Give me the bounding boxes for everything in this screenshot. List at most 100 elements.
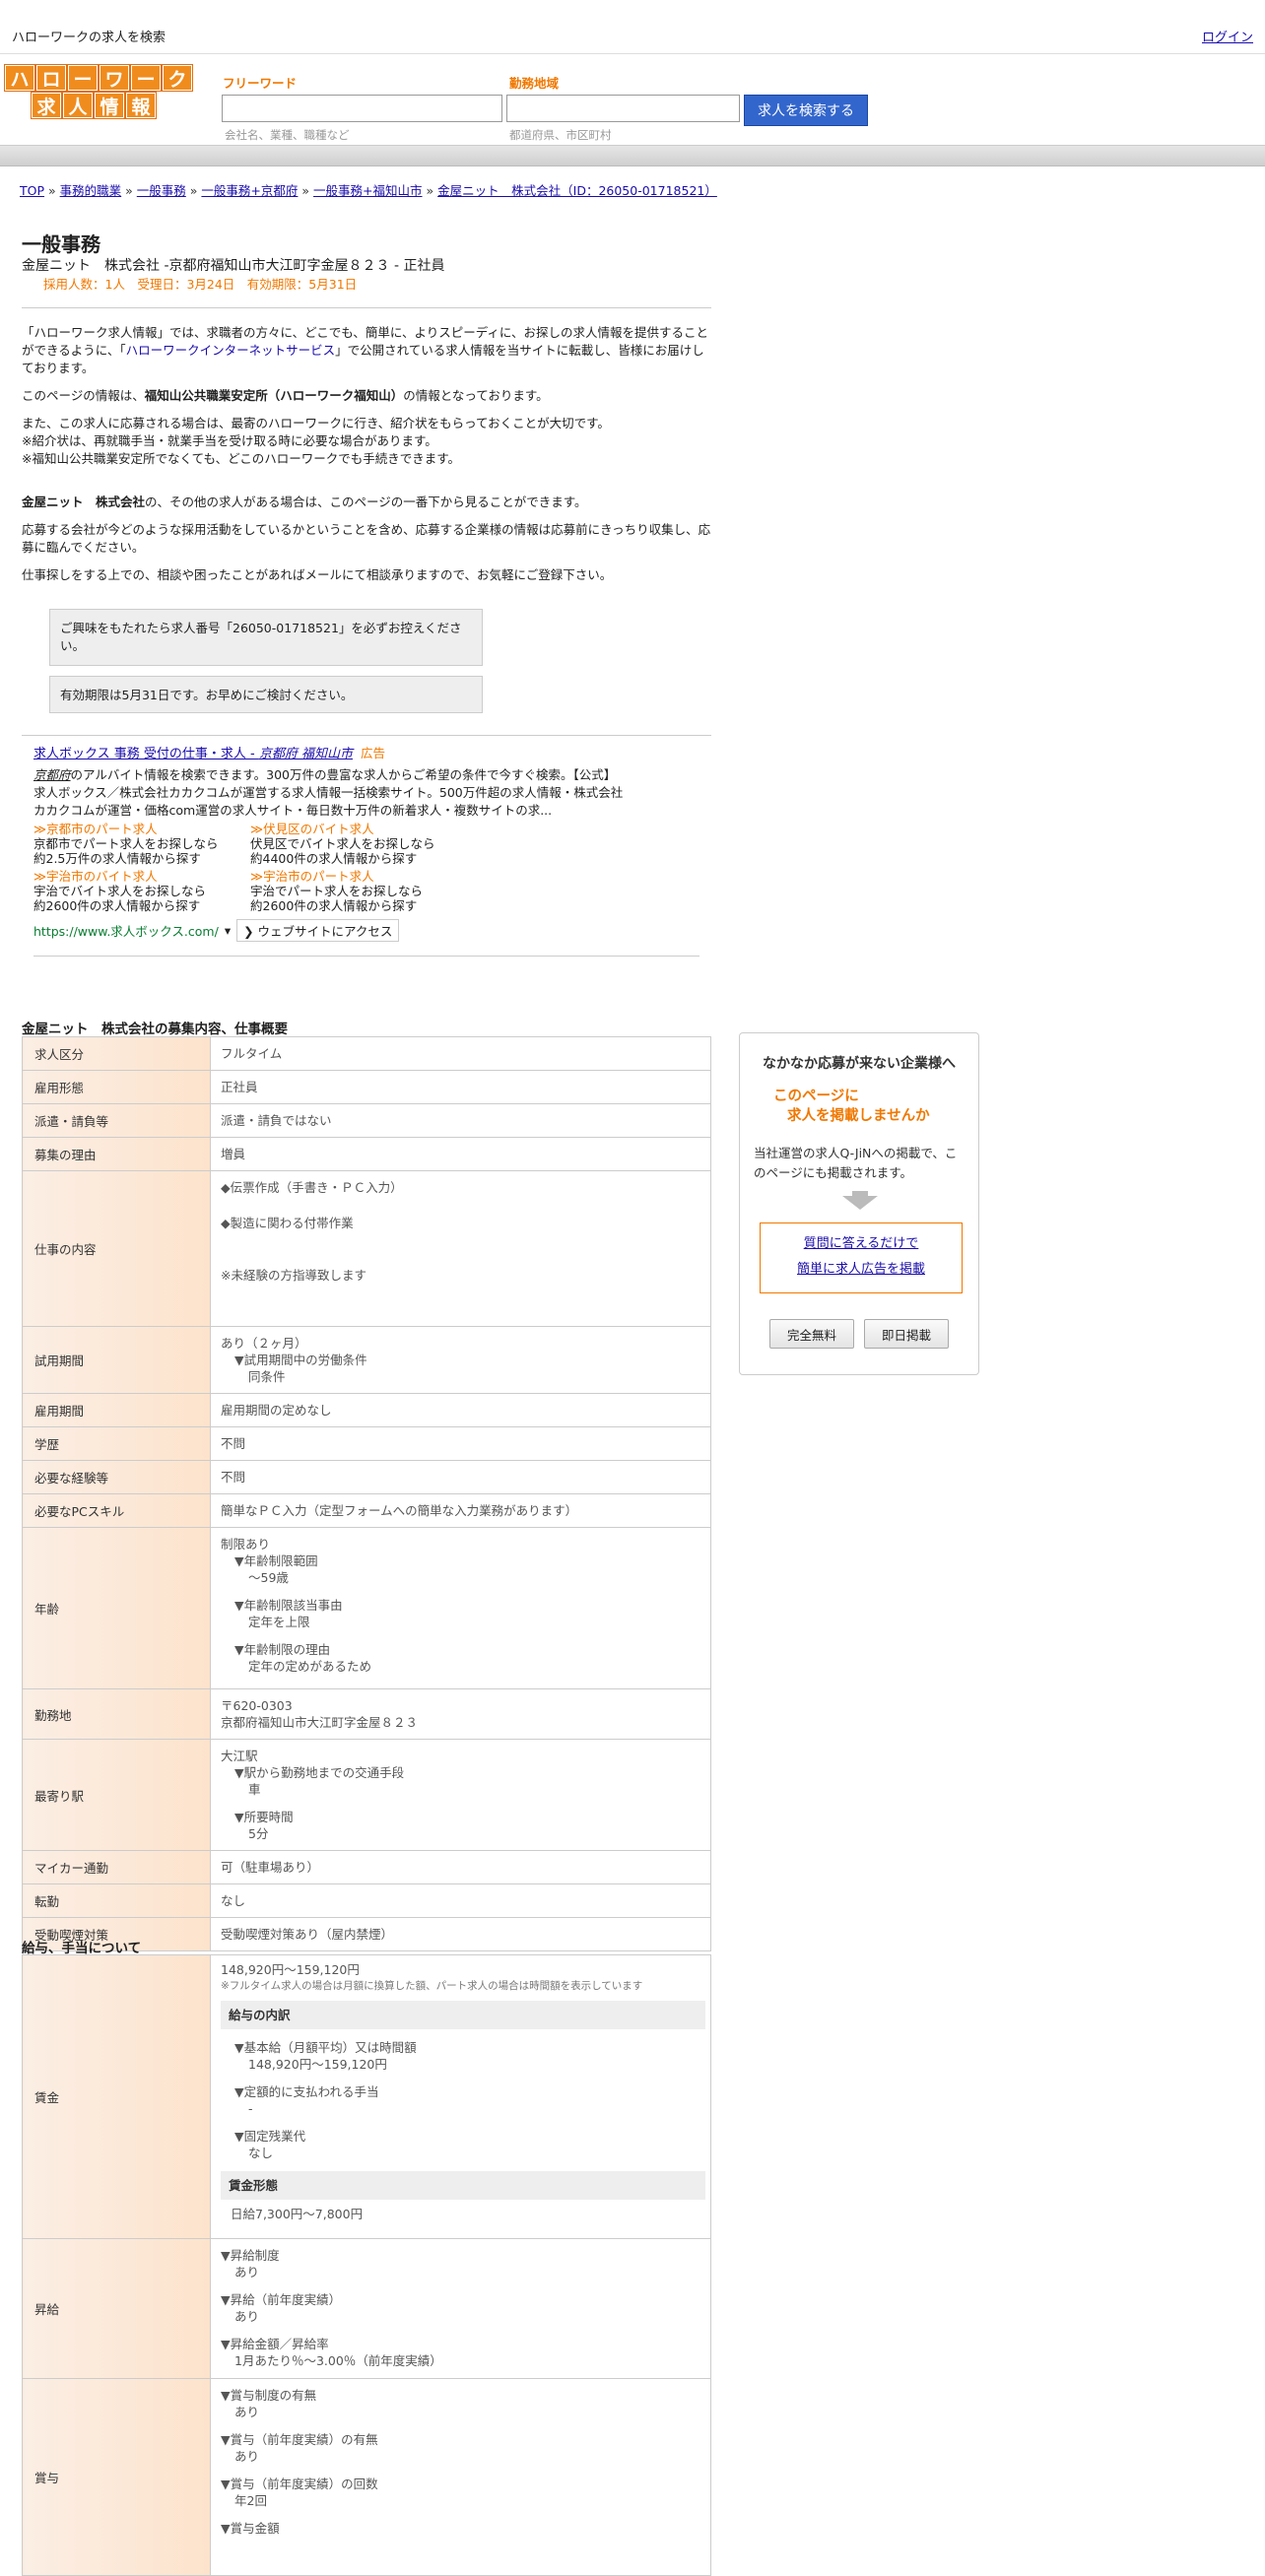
logo-char: ロ xyxy=(36,65,66,91)
breadcrumb-link[interactable]: 一般事務+京都府 xyxy=(201,183,298,198)
field-value: 受動喫煙対策あり（屋内禁煙） xyxy=(210,1917,711,1951)
divider xyxy=(22,307,711,308)
field-value: 不問 xyxy=(210,1426,711,1461)
ad-sitelink[interactable]: ≫京都市のパート求人 京都市でパート求人をお探しなら 約2.5万件の求人情報から探す xyxy=(33,822,250,866)
breadcrumb-current[interactable]: 金屋ニット 株式会社（ID：26050-01718521） xyxy=(437,183,717,198)
field-value: 増員 xyxy=(210,1137,711,1171)
post-ad-link[interactable]: 質問に答えるだけで 簡単に求人広告を掲載 xyxy=(760,1222,963,1293)
promo-heading: なかなか応募が来ない企業様へ xyxy=(763,1056,956,1072)
wage-type-heading: 賃金形態 xyxy=(221,2171,705,2200)
login-link[interactable]: ログイン xyxy=(1202,27,1253,45)
field-value: 派遣・請負ではない xyxy=(210,1103,711,1138)
breadcrumb-link[interactable]: 一般事務+福知山市 xyxy=(313,183,422,198)
logo-char: 情 xyxy=(95,93,124,118)
free-button[interactable]: 完全無料 xyxy=(769,1319,854,1349)
intro-consult: 仕事探しをする上での、相談や困ったことがあればメールにて相談承りますので、お気軽… xyxy=(22,567,613,582)
breadcrumb: TOP » 事務的職業 » 一般事務 » 一般事務+京都府 » 一般事務+福知山… xyxy=(20,183,717,198)
ad-menu-icon[interactable]: ▾ xyxy=(225,923,231,938)
promo-highlight: 求人を掲載しませんか xyxy=(787,1108,930,1124)
salary-table: 賃金 148,920円〜159,120円 ※フルタイム求人の場合は月額に換算した… xyxy=(22,1954,711,2576)
field-label: 募集の理由 xyxy=(22,1137,211,1171)
logo-char: ハ xyxy=(5,65,34,91)
divider xyxy=(33,956,699,957)
logo-char: 人 xyxy=(63,93,93,118)
field-value: フルタイム xyxy=(210,1036,711,1071)
job-number-note: ご興味をもたれたら求人番号「26050-01718521」を必ずお控えください。 xyxy=(49,609,483,666)
field-value: ▼賞与制度の有無 あり ▼賞与（前年度実績）の有無 あり ▼賞与（前年度実績）の回数… xyxy=(210,2378,711,2576)
keyword-input[interactable] xyxy=(222,95,502,122)
ad-tag: 広告 xyxy=(360,746,385,760)
promo-highlight: このページに xyxy=(773,1089,859,1104)
ad-sitelink[interactable]: ≫宇治市のバイト求人 宇治でバイト求人をお探しなら 約2600件の求人情報から探す xyxy=(33,869,250,913)
job-title: 一般事務 xyxy=(22,232,100,256)
logo-char: ワ xyxy=(100,65,129,91)
breadcrumb-link[interactable]: 一般事務 xyxy=(137,183,186,198)
divider xyxy=(22,735,711,736)
field-value: 可（駐車場あり） xyxy=(210,1850,711,1884)
ad-url[interactable]: https://www.求人ボックス.com/ xyxy=(33,921,219,940)
keyword-label: フリーワード xyxy=(223,76,298,91)
job-meta: 採用人数：1人 受理日：3月24日 有効期限：5月31日 xyxy=(43,277,358,292)
logo-char: ー xyxy=(68,65,98,91)
intro-company: 金屋ニット 株式会社の、その他の求人がある場合は、このページの一番下から見ること… xyxy=(22,495,587,509)
site-title: ハローワークの求人を検索 xyxy=(12,31,166,45)
intro-advice: 応募する会社が今どのような採用活動をしているかということを含め、応募する企業様の… xyxy=(22,522,711,555)
header-divider xyxy=(0,146,1265,166)
logo-char: ー xyxy=(131,65,161,91)
ad-sitelink[interactable]: ≫伏見区のバイト求人 伏見区でバイト求人をお探しなら 約4400件の求人情報から探す xyxy=(250,822,467,866)
field-label: 求人区分 xyxy=(22,1036,211,1071)
field-value: 簡単なＰＣ入力（定型フォームへの簡単な入力業務があります） xyxy=(210,1493,711,1528)
field-label: 賃金 xyxy=(22,1954,211,2239)
logo-char: 求 xyxy=(32,93,61,118)
field-value: 〒620-0303 京都府福知山市大江町字金屋８２３ xyxy=(210,1688,711,1740)
field-value: ▼昇給制度 あり ▼昇給（前年度実績） あり ▼昇給金額／昇給率 1月あたり％〜3.0… xyxy=(210,2238,711,2379)
logo-char: ク xyxy=(163,65,192,91)
ad-description: 京都府のアルバイト情報を検索できます。300万件の豊富な求人からご希望の条件で今… xyxy=(33,767,624,818)
field-label: 昇給 xyxy=(22,2238,211,2379)
field-label: 賞与 xyxy=(22,2378,211,2576)
field-value: 正社員 xyxy=(210,1070,711,1104)
field-label: マイカー通勤 xyxy=(22,1850,211,1884)
ad-sitelink[interactable]: ≫宇治市のパート求人 宇治でパート求人をお探しなら 約2600件の求人情報から探す xyxy=(250,869,467,913)
promo-description: 当社運営の求人Q-JiNへの掲載で、このページにも掲載されます。 xyxy=(754,1146,958,1180)
field-label: 学歴 xyxy=(22,1426,211,1461)
field-label: 必要な経験等 xyxy=(22,1460,211,1494)
field-value: あり（２ヶ月） ▼試用期間中の労働条件 同条件 xyxy=(210,1326,711,1394)
field-label: 最寄り駅 xyxy=(22,1739,211,1851)
ad-title-link[interactable]: 求人ボックス 事務 受付の仕事・求人 - 京都府 福知山市 xyxy=(33,747,353,761)
ad-block: 求人ボックス 事務 受付の仕事・求人 - 京都府 福知山市 広告 京都府のアルバイ… xyxy=(33,746,713,820)
field-label: 仕事の内容 xyxy=(22,1170,211,1327)
top-bar: ハローワークの求人を検索 ログイン xyxy=(0,0,1265,54)
keyword-hint: 会社名、業種、職種など xyxy=(225,128,350,142)
search-button[interactable]: 求人を検索する xyxy=(744,95,868,126)
field-value: 大江駅 ▼駅から勤務地までの交通手段車 ▼所要時間 5分 xyxy=(210,1739,711,1851)
field-label: 年齢 xyxy=(22,1527,211,1689)
field-label: 転勤 xyxy=(22,1883,211,1918)
field-value: 不問 xyxy=(210,1460,711,1494)
field-label: 必要なPCスキル xyxy=(22,1493,211,1528)
field-label: 雇用形態 xyxy=(22,1070,211,1104)
field-label: 試用期間 xyxy=(22,1326,211,1394)
intro-paragraph: 「ハローワーク求人情報」では、求職者の方々に、どこでも、簡単に、よりスピーディに… xyxy=(22,325,709,375)
same-day-button[interactable]: 即日掲載 xyxy=(864,1319,949,1349)
logo-char: 報 xyxy=(126,93,156,118)
area-input[interactable] xyxy=(506,95,740,122)
section-title: 金屋ニット 株式会社の募集内容、仕事概要 xyxy=(22,1022,288,1037)
down-arrow-icon xyxy=(842,1196,878,1210)
visit-website-button[interactable]: ❯ ウェブサイトにアクセス xyxy=(236,919,400,942)
site-logo[interactable]: ハ ロ ー ワ ー ク 求 人 情 報 xyxy=(5,65,192,120)
section-title: 給与、手当について xyxy=(22,1941,142,1956)
intro-referral: また、この求人に応募される場合は、最寄のハローワークに行き、紹介状をもらっておく… xyxy=(22,416,610,466)
field-value: 148,920円〜159,120円 ※フルタイム求人の場合は月額に換算した額、パ… xyxy=(210,1954,711,2239)
field-value: 雇用期間の定めなし xyxy=(210,1393,711,1427)
intro-office: このページの情報は、福知山公共職業安定所（ハローワーク福知山）の情報となっており… xyxy=(22,388,549,403)
job-subtitle: 金屋ニット 株式会社 -京都府福知山市大江町字金屋８２３ - 正社員 xyxy=(22,258,445,274)
area-hint: 都道府県、市区町村 xyxy=(509,128,612,142)
ad-footer: https://www.求人ボックス.com/ ▾ ❯ ウェブサイトにアクセス xyxy=(33,919,400,942)
area-label: 勤務地域 xyxy=(509,76,560,91)
hellowork-link[interactable]: ハローワークインターネットサービス xyxy=(126,343,336,358)
field-value: なし xyxy=(210,1883,711,1918)
breadcrumb-link[interactable]: 事務的職業 xyxy=(60,183,122,198)
expiry-note: 有効期限は5月31日です。お早めにご検討ください。 xyxy=(49,676,483,713)
breadcrumb-link[interactable]: TOP xyxy=(20,183,44,198)
